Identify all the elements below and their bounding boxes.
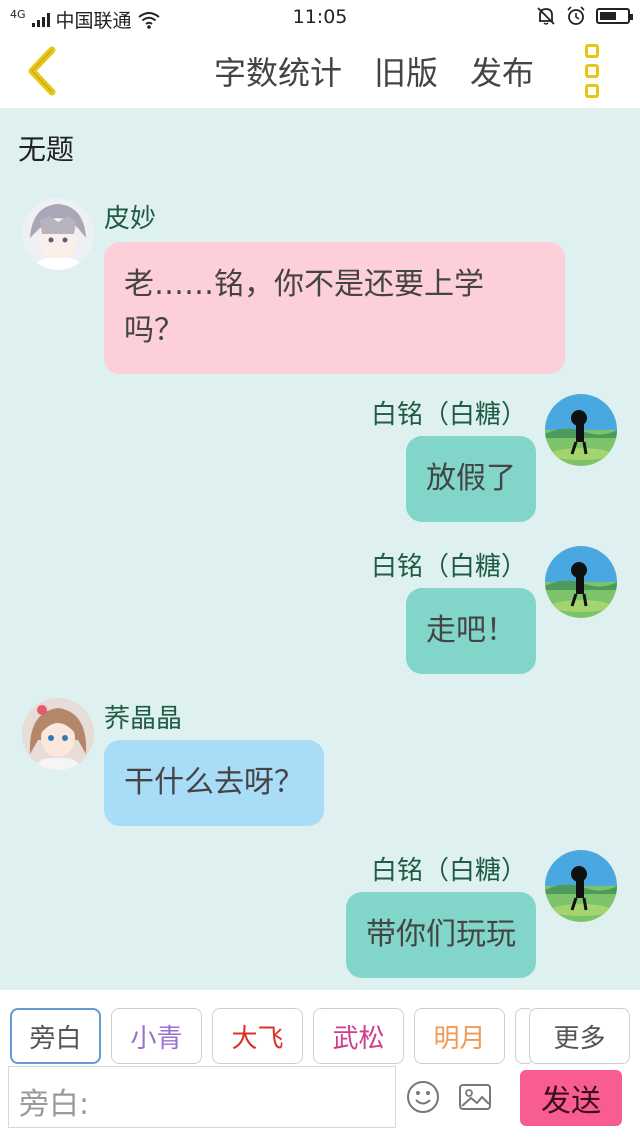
status-right bbox=[536, 6, 633, 26]
message-text-line: 走吧！ bbox=[426, 613, 516, 648]
battery-icon bbox=[596, 8, 633, 24]
image-icon[interactable] bbox=[458, 1080, 492, 1114]
speaker-name: 白铭（白糖） bbox=[370, 400, 527, 430]
word-count-button[interactable]: 字数统计 bbox=[214, 48, 342, 94]
nav-actions: 字数统计 旧版 发布 bbox=[214, 48, 534, 94]
role-selector-bar: 旁白 小青 大飞 武松 明月 更多 bbox=[0, 990, 640, 1066]
mute-bell-icon bbox=[537, 7, 555, 25]
message-bubble: 干什么去呀？ bbox=[104, 740, 324, 826]
back-chevron-icon[interactable] bbox=[22, 44, 62, 98]
top-nav-bar: 字数统计 旧版 发布 bbox=[0, 34, 640, 108]
role-chip-narrator[interactable]: 旁白 bbox=[10, 1008, 101, 1064]
message-input[interactable]: 旁白: bbox=[8, 1066, 396, 1128]
role-chip-dafei[interactable]: 大飞 bbox=[212, 1008, 303, 1064]
avatar-baiming[interactable] bbox=[545, 546, 617, 618]
message-text-line: 干什么去呀？ bbox=[124, 765, 304, 800]
status-bar: 4G 中国联通 11:05 bbox=[0, 0, 640, 34]
emoji-icon[interactable] bbox=[406, 1080, 440, 1114]
avatar-baiming[interactable] bbox=[545, 394, 617, 466]
message-bubble: 放假了 bbox=[406, 436, 536, 522]
message-text-line: 带你们玩玩 bbox=[366, 917, 516, 952]
message-text-line: 放假了 bbox=[426, 461, 516, 496]
message-bubble: 老……铭，你不是还要上学 吗？ bbox=[104, 242, 565, 374]
role-chip-wusong[interactable]: 武松 bbox=[313, 1008, 404, 1064]
role-chip-mingyue[interactable]: 明月 bbox=[414, 1008, 505, 1064]
avatar-qiaojingjing[interactable] bbox=[22, 698, 94, 770]
old-version-button[interactable]: 旧版 bbox=[374, 48, 438, 94]
input-bar: 旁白: 发送 bbox=[0, 1066, 640, 1138]
more-menu-icon[interactable] bbox=[582, 44, 602, 98]
alarm-icon bbox=[567, 6, 585, 25]
message-text-line: 老……铭，你不是还要上学 bbox=[124, 267, 484, 302]
message-text-line: 吗？ bbox=[124, 313, 184, 348]
more-roles-button[interactable]: 更多 bbox=[529, 1008, 630, 1064]
avatar-baiming[interactable] bbox=[545, 850, 617, 922]
speaker-name: 白铭（白糖） bbox=[370, 552, 527, 582]
publish-button[interactable]: 发布 bbox=[470, 48, 534, 94]
speaker-name: 荞晶晶 bbox=[104, 704, 183, 734]
speaker-name: 皮妙 bbox=[104, 204, 157, 234]
message-bubble: 带你们玩玩 bbox=[346, 892, 536, 978]
speaker-name: 白铭（白糖） bbox=[370, 856, 527, 886]
story-title: 无题 bbox=[18, 133, 75, 166]
send-button[interactable]: 发送 bbox=[520, 1070, 622, 1126]
message-bubble: 走吧！ bbox=[406, 588, 536, 674]
avatar-pimiao[interactable] bbox=[22, 198, 94, 270]
role-chip-xiaoqing[interactable]: 小青 bbox=[111, 1008, 202, 1064]
